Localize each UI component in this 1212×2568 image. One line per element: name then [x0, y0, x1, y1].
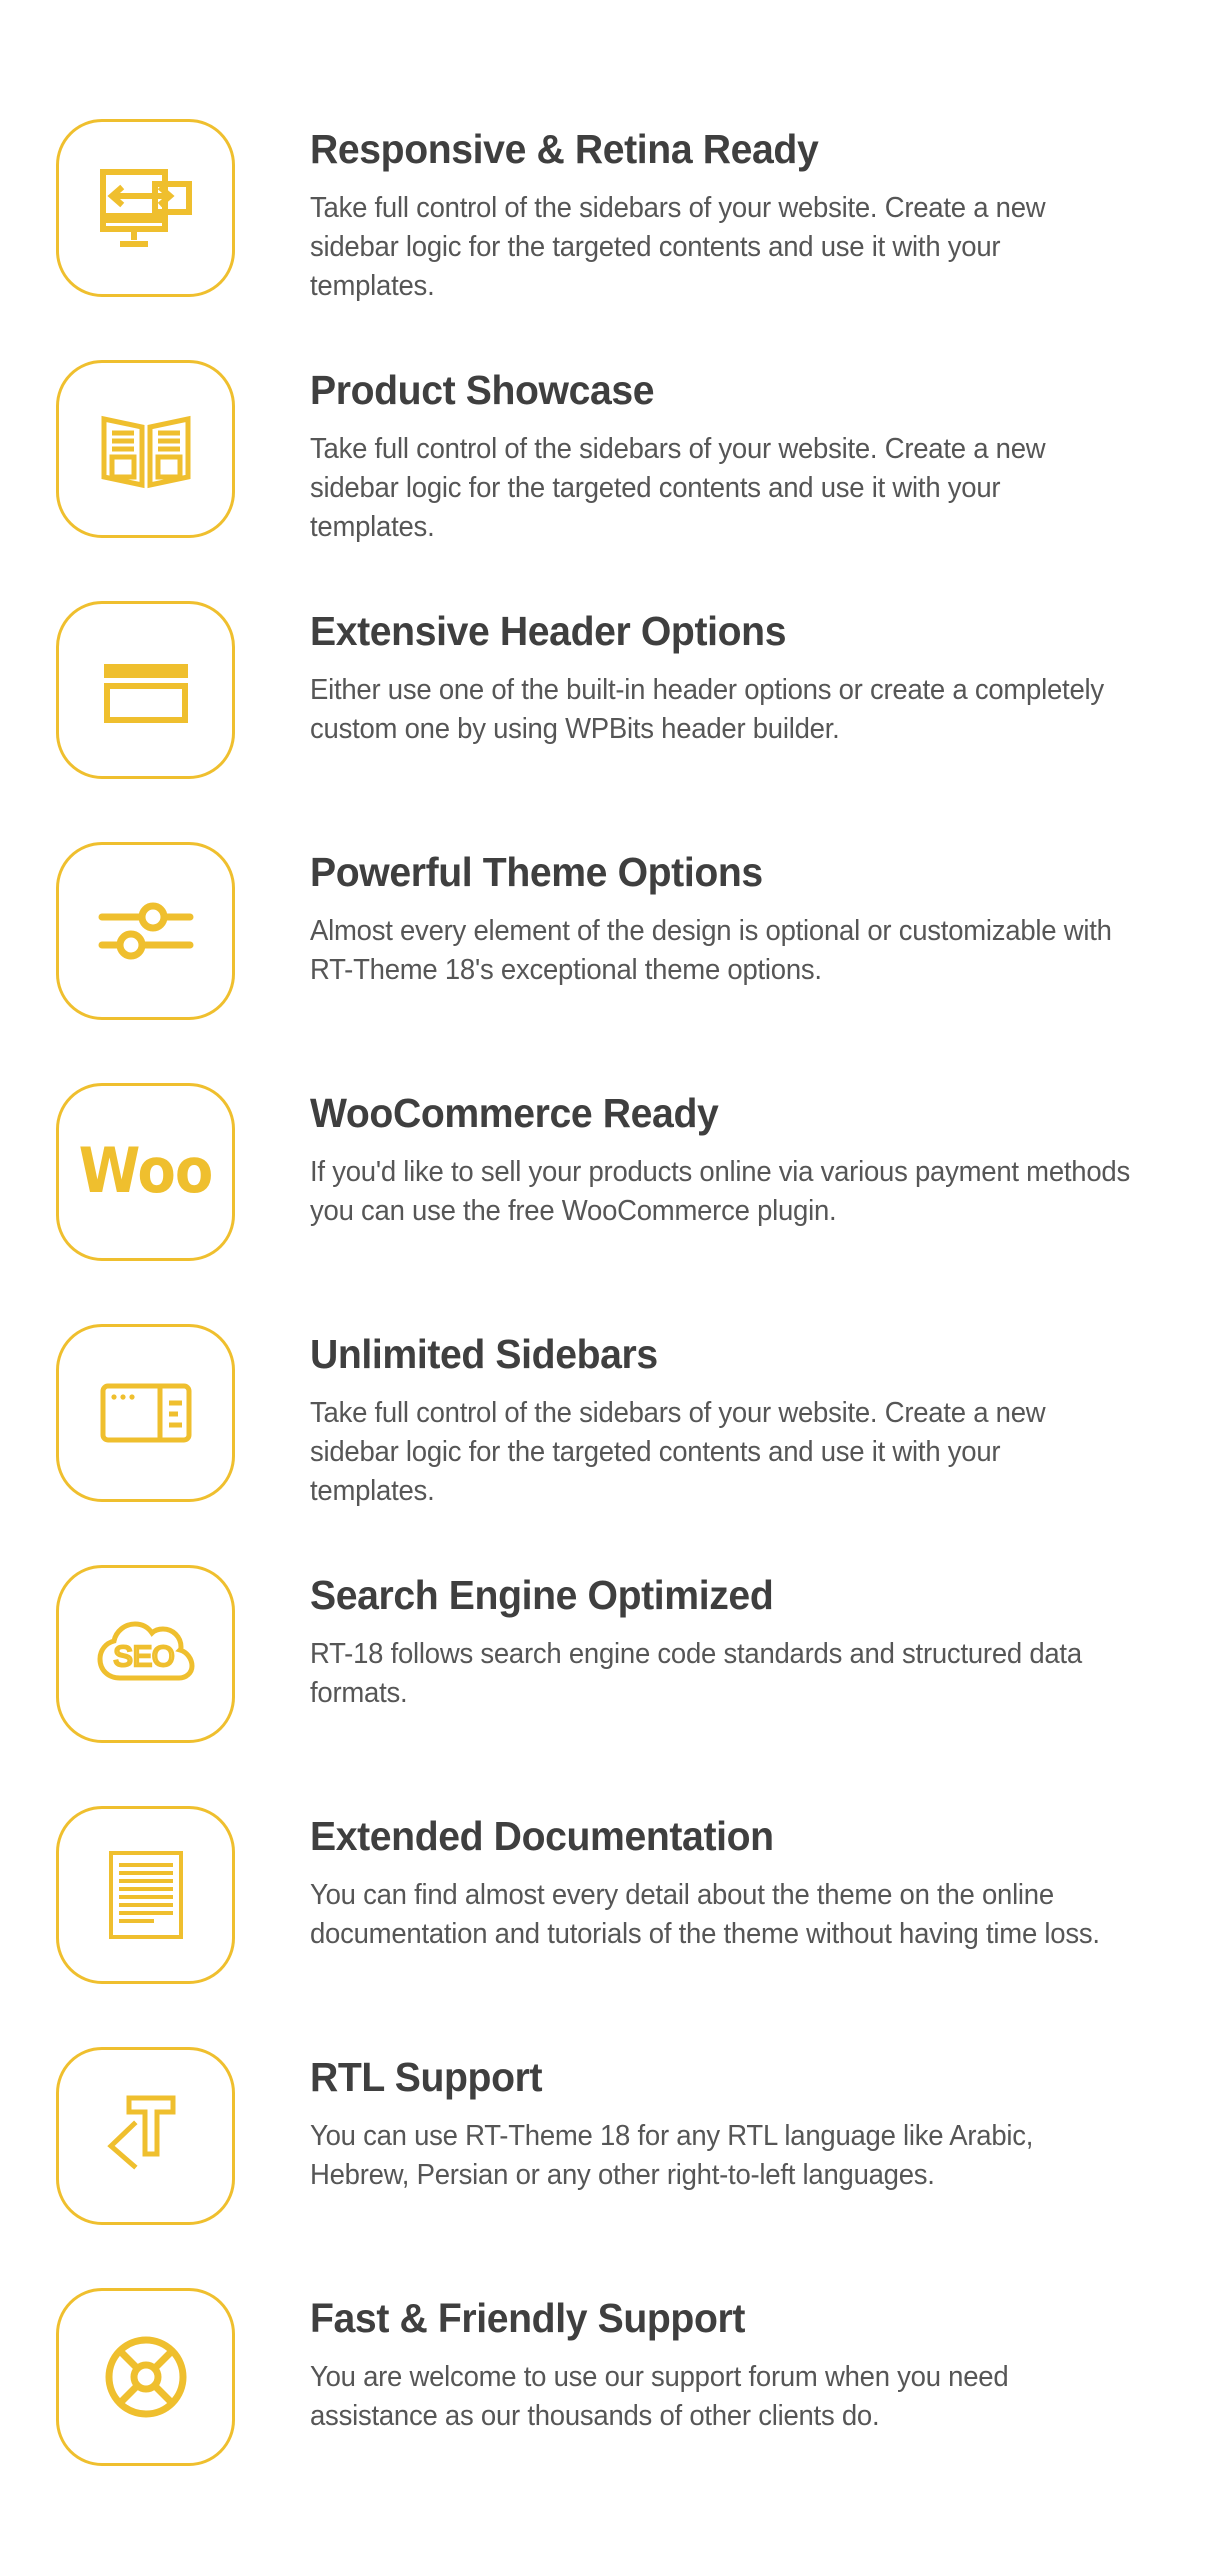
icon-frame [56, 119, 235, 297]
seo-cloud-icon: SEO [94, 1602, 198, 1706]
feature-title: Extended Documentation [310, 1813, 774, 1859]
icon-frame: SEO [56, 1565, 235, 1743]
feature-description: Take full control of the sidebars of you… [310, 433, 1046, 544]
feature-text: Product Showcase Take full control of th… [310, 360, 1212, 547]
brochure-icon [94, 397, 198, 501]
feature-text: Search Engine Optimized RT-18 follows se… [310, 1565, 1212, 1713]
feature-text: WooCommerce Ready If you'd like to sell … [310, 1083, 1212, 1231]
feature-title: Fast & Friendly Support [310, 2295, 746, 2341]
feature-description: Take full control of the sidebars of you… [310, 192, 1046, 303]
feature-description: Almost every element of the design is op… [310, 915, 1112, 987]
responsive-monitor-icon [94, 156, 198, 260]
feature-item-search-engine-optimized: SEO Search Engine Optimized RT-18 follow… [0, 1565, 1212, 1806]
feature-text: Extensive Header Options Either use one … [310, 601, 1212, 749]
icon-frame: Woo [56, 1083, 235, 1261]
feature-description: Either use one of the built-in header op… [310, 674, 1104, 746]
icon-frame [56, 360, 235, 538]
feature-item-unlimited-sidebars: Unlimited Sidebars Take full control of … [0, 1324, 1212, 1565]
feature-description: If you'd like to sell your products onli… [310, 1156, 1130, 1228]
feature-text: Powerful Theme Options Almost every elem… [310, 842, 1212, 990]
icon-frame [56, 1806, 235, 1984]
feature-title: Responsive & Retina Ready [310, 126, 819, 172]
feature-title: Product Showcase [310, 367, 655, 413]
feature-title: Extensive Header Options [310, 608, 787, 654]
feature-text: Extended Documentation You can find almo… [310, 1806, 1212, 1954]
feature-title: Search Engine Optimized [310, 1572, 774, 1618]
icon-frame [56, 601, 235, 779]
feature-text: Fast & Friendly Support You are welcome … [310, 2288, 1212, 2436]
lifebuoy-icon [94, 2325, 198, 2429]
feature-item-product-showcase: Product Showcase Take full control of th… [0, 360, 1212, 601]
feature-title: WooCommerce Ready [310, 1090, 719, 1136]
feature-text: Responsive & Retina Ready Take full cont… [310, 119, 1212, 306]
feature-title: Unlimited Sidebars [310, 1331, 658, 1377]
icon-frame [56, 842, 235, 1020]
feature-description: RT-18 follows search engine code standar… [310, 1638, 1082, 1710]
feature-title: Powerful Theme Options [310, 849, 763, 895]
woocommerce-icon: Woo [78, 1135, 214, 1208]
feature-list: Responsive & Retina Ready Take full cont… [0, 0, 1212, 2529]
document-lines-icon [94, 1843, 198, 1947]
feature-item-powerful-theme-options: Powerful Theme Options Almost every elem… [0, 842, 1212, 1083]
feature-item-responsive-retina-ready: Responsive & Retina Ready Take full cont… [0, 119, 1212, 360]
feature-text: Unlimited Sidebars Take full control of … [310, 1324, 1212, 1511]
sidebar-layout-icon [94, 1361, 198, 1465]
feature-item-extensive-header-options: Extensive Header Options Either use one … [0, 601, 1212, 842]
feature-title: RTL Support [310, 2054, 543, 2100]
feature-text: RTL Support You can use RT-Theme 18 for … [310, 2047, 1212, 2195]
feature-description: Take full control of the sidebars of you… [310, 1397, 1046, 1508]
header-layout-icon [94, 638, 198, 742]
feature-item-extended-documentation: Extended Documentation You can find almo… [0, 1806, 1212, 2047]
icon-frame [56, 1324, 235, 1502]
feature-description: You can use RT-Theme 18 for any RTL lang… [310, 2120, 1034, 2192]
svg-text:SEO: SEO [113, 1641, 174, 1673]
feature-item-rtl-support: RTL Support You can use RT-Theme 18 for … [0, 2047, 1212, 2288]
feature-item-fast-friendly-support: Fast & Friendly Support You are welcome … [0, 2288, 1212, 2529]
icon-frame [56, 2288, 235, 2466]
feature-description: You can find almost every detail about t… [310, 1879, 1100, 1951]
feature-description: You are welcome to use our support forum… [310, 2361, 1009, 2433]
sliders-icon [94, 879, 198, 983]
feature-item-woocommerce-ready: Woo WooCommerce Ready If you'd like to s… [0, 1083, 1212, 1324]
icon-frame [56, 2047, 235, 2225]
rtl-text-icon [94, 2084, 198, 2188]
